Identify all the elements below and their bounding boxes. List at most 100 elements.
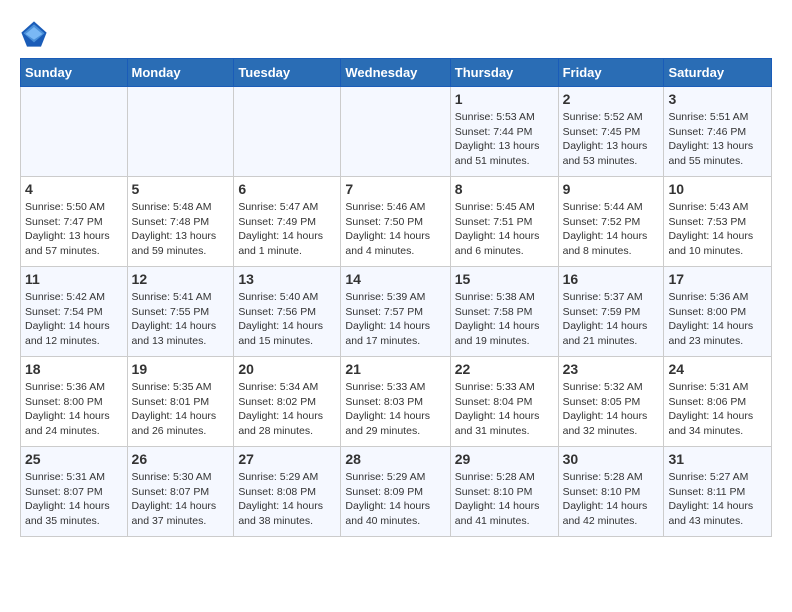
- calendar-cell: 25 Sunrise: 5:31 AM Sunset: 8:07 PM Dayli…: [21, 447, 128, 537]
- cell-content: Sunrise: 5:48 AM Sunset: 7:48 PM Dayligh…: [132, 200, 230, 259]
- logo-icon: [20, 20, 48, 48]
- cell-content: Sunrise: 5:38 AM Sunset: 7:58 PM Dayligh…: [455, 290, 554, 349]
- day-number: 3: [668, 91, 767, 107]
- cell-content: Sunrise: 5:46 AM Sunset: 7:50 PM Dayligh…: [345, 200, 445, 259]
- day-number: 27: [238, 451, 336, 467]
- calendar-cell: 19 Sunrise: 5:35 AM Sunset: 8:01 PM Dayli…: [127, 357, 234, 447]
- cell-content: Sunrise: 5:35 AM Sunset: 8:01 PM Dayligh…: [132, 380, 230, 439]
- cell-content: Sunrise: 5:42 AM Sunset: 7:54 PM Dayligh…: [25, 290, 123, 349]
- calendar-cell: 31 Sunrise: 5:27 AM Sunset: 8:11 PM Dayli…: [664, 447, 772, 537]
- day-number: 25: [25, 451, 123, 467]
- cell-content: Sunrise: 5:33 AM Sunset: 8:04 PM Dayligh…: [455, 380, 554, 439]
- cell-content: Sunrise: 5:53 AM Sunset: 7:44 PM Dayligh…: [455, 110, 554, 169]
- header: [20, 20, 772, 48]
- day-number: 17: [668, 271, 767, 287]
- cell-content: Sunrise: 5:29 AM Sunset: 8:08 PM Dayligh…: [238, 470, 336, 529]
- day-number: 26: [132, 451, 230, 467]
- day-number: 30: [563, 451, 660, 467]
- day-number: 4: [25, 181, 123, 197]
- calendar-cell: 20 Sunrise: 5:34 AM Sunset: 8:02 PM Dayli…: [234, 357, 341, 447]
- cell-content: Sunrise: 5:30 AM Sunset: 8:07 PM Dayligh…: [132, 470, 230, 529]
- cell-content: Sunrise: 5:51 AM Sunset: 7:46 PM Dayligh…: [668, 110, 767, 169]
- calendar-cell: 17 Sunrise: 5:36 AM Sunset: 8:00 PM Dayli…: [664, 267, 772, 357]
- calendar-cell: 9Sunrise: 5:44 AM Sunset: 7:52 PM Daylig…: [558, 177, 664, 267]
- cell-content: Sunrise: 5:37 AM Sunset: 7:59 PM Dayligh…: [563, 290, 660, 349]
- calendar-cell: 6 Sunrise: 5:47 AM Sunset: 7:49 PM Daylig…: [234, 177, 341, 267]
- cell-content: Sunrise: 5:36 AM Sunset: 8:00 PM Dayligh…: [25, 380, 123, 439]
- calendar-cell: 16 Sunrise: 5:37 AM Sunset: 7:59 PM Dayli…: [558, 267, 664, 357]
- day-number: 9: [563, 181, 660, 197]
- calendar-cell: 13 Sunrise: 5:40 AM Sunset: 7:56 PM Dayli…: [234, 267, 341, 357]
- day-number: 18: [25, 361, 123, 377]
- cell-content: Sunrise: 5:41 AM Sunset: 7:55 PM Dayligh…: [132, 290, 230, 349]
- cell-content: Sunrise: 5:52 AM Sunset: 7:45 PM Dayligh…: [563, 110, 660, 169]
- cell-content: Sunrise: 5:27 AM Sunset: 8:11 PM Dayligh…: [668, 470, 767, 529]
- cell-content: Sunrise: 5:28 AM Sunset: 8:10 PM Dayligh…: [455, 470, 554, 529]
- cell-content: Sunrise: 5:31 AM Sunset: 8:06 PM Dayligh…: [668, 380, 767, 439]
- day-number: 16: [563, 271, 660, 287]
- week-row-4: 18 Sunrise: 5:36 AM Sunset: 8:00 PM Dayli…: [21, 357, 772, 447]
- cell-content: Sunrise: 5:29 AM Sunset: 8:09 PM Dayligh…: [345, 470, 445, 529]
- calendar-cell: 26 Sunrise: 5:30 AM Sunset: 8:07 PM Dayli…: [127, 447, 234, 537]
- calendar-cell: 11Sunrise: 5:42 AM Sunset: 7:54 PM Dayli…: [21, 267, 128, 357]
- calendar-cell: 12 Sunrise: 5:41 AM Sunset: 7:55 PM Dayli…: [127, 267, 234, 357]
- day-number: 22: [455, 361, 554, 377]
- header-sunday: Sunday: [21, 59, 128, 87]
- calendar-cell: [21, 87, 128, 177]
- header-saturday: Saturday: [664, 59, 772, 87]
- header-friday: Friday: [558, 59, 664, 87]
- day-number: 31: [668, 451, 767, 467]
- calendar-cell: 27 Sunrise: 5:29 AM Sunset: 8:08 PM Dayli…: [234, 447, 341, 537]
- calendar-cell: 7 Sunrise: 5:46 AM Sunset: 7:50 PM Daylig…: [341, 177, 450, 267]
- day-number: 5: [132, 181, 230, 197]
- cell-content: Sunrise: 5:34 AM Sunset: 8:02 PM Dayligh…: [238, 380, 336, 439]
- day-number: 23: [563, 361, 660, 377]
- day-number: 14: [345, 271, 445, 287]
- cell-content: Sunrise: 5:43 AM Sunset: 7:53 PM Dayligh…: [668, 200, 767, 259]
- calendar-cell: [127, 87, 234, 177]
- header-thursday: Thursday: [450, 59, 558, 87]
- cell-content: Sunrise: 5:31 AM Sunset: 8:07 PM Dayligh…: [25, 470, 123, 529]
- day-number: 13: [238, 271, 336, 287]
- day-number: 12: [132, 271, 230, 287]
- calendar-cell: 15 Sunrise: 5:38 AM Sunset: 7:58 PM Dayli…: [450, 267, 558, 357]
- day-number: 29: [455, 451, 554, 467]
- calendar-cell: 30Sunrise: 5:28 AM Sunset: 8:10 PM Dayli…: [558, 447, 664, 537]
- calendar-table: SundayMondayTuesdayWednesdayThursdayFrid…: [20, 58, 772, 537]
- calendar-cell: 1 Sunrise: 5:53 AM Sunset: 7:44 PM Daylig…: [450, 87, 558, 177]
- calendar-cell: 23 Sunrise: 5:32 AM Sunset: 8:05 PM Dayli…: [558, 357, 664, 447]
- day-number: 20: [238, 361, 336, 377]
- day-number: 10: [668, 181, 767, 197]
- cell-content: Sunrise: 5:33 AM Sunset: 8:03 PM Dayligh…: [345, 380, 445, 439]
- week-row-5: 25 Sunrise: 5:31 AM Sunset: 8:07 PM Dayli…: [21, 447, 772, 537]
- day-number: 8: [455, 181, 554, 197]
- day-number: 28: [345, 451, 445, 467]
- cell-content: Sunrise: 5:32 AM Sunset: 8:05 PM Dayligh…: [563, 380, 660, 439]
- calendar-cell: 29 Sunrise: 5:28 AM Sunset: 8:10 PM Dayli…: [450, 447, 558, 537]
- day-number: 1: [455, 91, 554, 107]
- calendar-cell: 8Sunrise: 5:45 AM Sunset: 7:51 PM Daylig…: [450, 177, 558, 267]
- day-number: 7: [345, 181, 445, 197]
- days-header-row: SundayMondayTuesdayWednesdayThursdayFrid…: [21, 59, 772, 87]
- cell-content: Sunrise: 5:36 AM Sunset: 8:00 PM Dayligh…: [668, 290, 767, 349]
- calendar-cell: 21 Sunrise: 5:33 AM Sunset: 8:03 PM Dayli…: [341, 357, 450, 447]
- day-number: 19: [132, 361, 230, 377]
- cell-content: Sunrise: 5:40 AM Sunset: 7:56 PM Dayligh…: [238, 290, 336, 349]
- cell-content: Sunrise: 5:47 AM Sunset: 7:49 PM Dayligh…: [238, 200, 336, 259]
- calendar-cell: 3 Sunrise: 5:51 AM Sunset: 7:46 PM Daylig…: [664, 87, 772, 177]
- cell-content: Sunrise: 5:39 AM Sunset: 7:57 PM Dayligh…: [345, 290, 445, 349]
- calendar-cell: 14 Sunrise: 5:39 AM Sunset: 7:57 PM Dayli…: [341, 267, 450, 357]
- calendar-cell: [341, 87, 450, 177]
- calendar-cell: 4Sunrise: 5:50 AM Sunset: 7:47 PM Daylig…: [21, 177, 128, 267]
- day-number: 15: [455, 271, 554, 287]
- header-wednesday: Wednesday: [341, 59, 450, 87]
- week-row-1: 1 Sunrise: 5:53 AM Sunset: 7:44 PM Daylig…: [21, 87, 772, 177]
- day-number: 21: [345, 361, 445, 377]
- calendar-cell: 18 Sunrise: 5:36 AM Sunset: 8:00 PM Dayli…: [21, 357, 128, 447]
- calendar-cell: 28 Sunrise: 5:29 AM Sunset: 8:09 PM Dayli…: [341, 447, 450, 537]
- header-tuesday: Tuesday: [234, 59, 341, 87]
- calendar-cell: 24Sunrise: 5:31 AM Sunset: 8:06 PM Dayli…: [664, 357, 772, 447]
- day-number: 6: [238, 181, 336, 197]
- week-row-2: 4Sunrise: 5:50 AM Sunset: 7:47 PM Daylig…: [21, 177, 772, 267]
- calendar-cell: 22 Sunrise: 5:33 AM Sunset: 8:04 PM Dayli…: [450, 357, 558, 447]
